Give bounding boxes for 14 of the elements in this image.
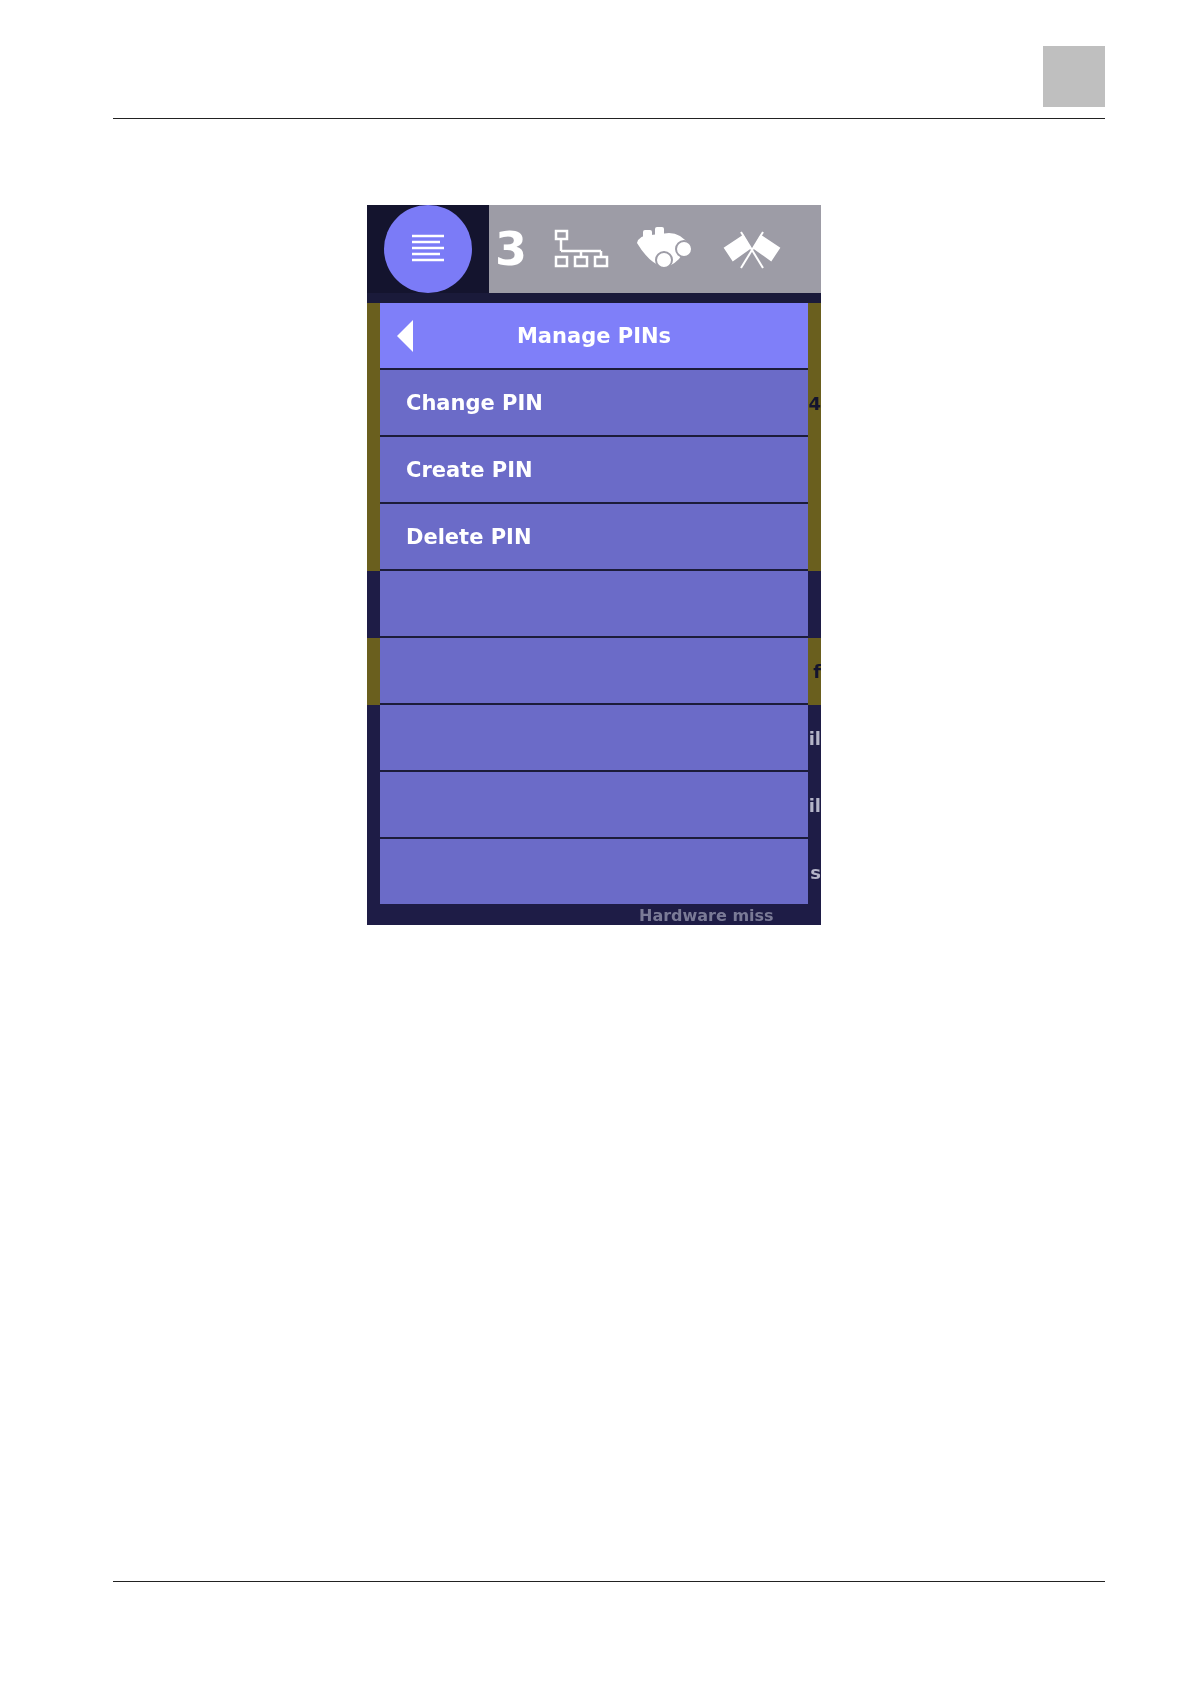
background-text: il [808, 729, 821, 748]
background-text: il [808, 796, 821, 815]
network-tree-icon[interactable] [553, 229, 609, 269]
background-text: s [810, 863, 821, 882]
menu-item[interactable]: Create PIN [380, 437, 808, 502]
menu-title: Manage PINs [515, 323, 673, 348]
menu-item[interactable]: Delete PIN [380, 504, 808, 569]
back-icon [396, 319, 414, 352]
background-text: 4 [808, 394, 821, 413]
background-text: f [813, 662, 821, 681]
menu-item[interactable]: Change PIN [380, 370, 808, 435]
count-label: 3 [495, 226, 527, 272]
background-text: Hardware miss [639, 906, 774, 925]
menu-icon [410, 234, 446, 264]
